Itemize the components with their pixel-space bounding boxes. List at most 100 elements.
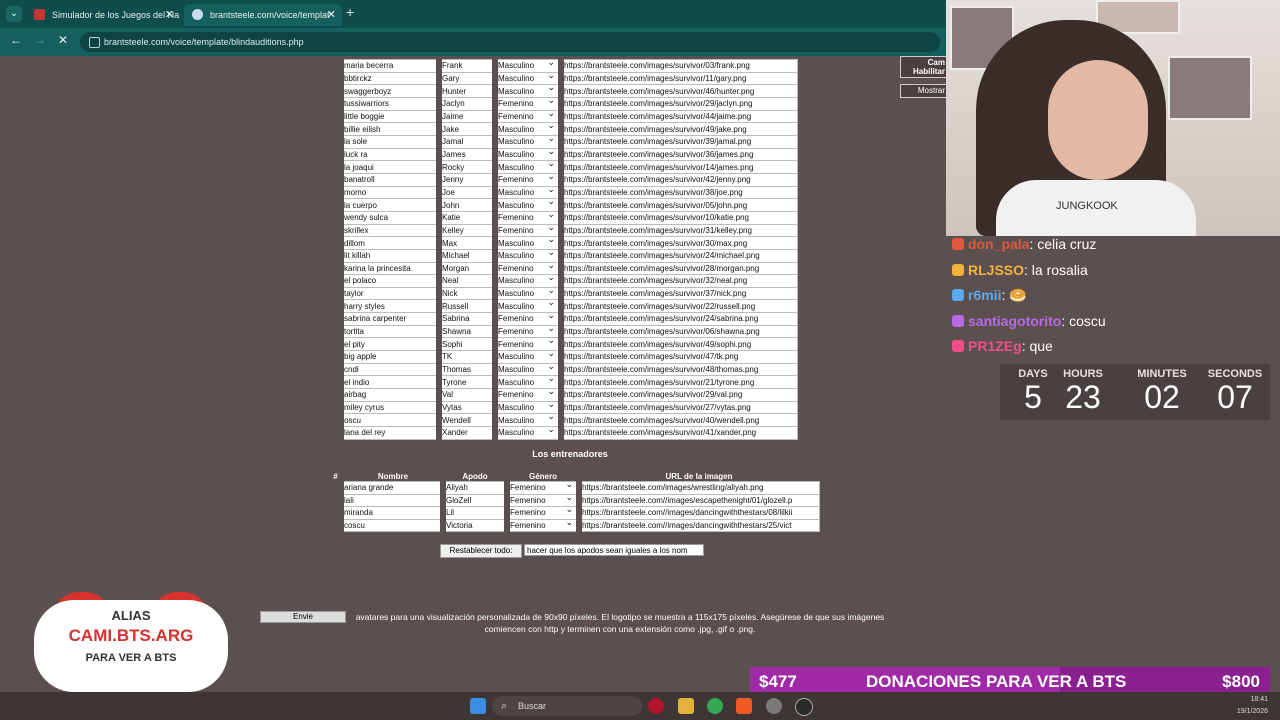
name-field[interactable]: miley cyrus bbox=[342, 400, 440, 415]
gender-select[interactable]: Masculino bbox=[492, 147, 562, 162]
name-field[interactable]: karina la princesita bbox=[342, 261, 440, 276]
show-button[interactable]: Mostrar bbox=[900, 84, 950, 98]
taskbar-search[interactable]: ⌕ Buscar bbox=[492, 696, 642, 716]
image-url-field[interactable]: https://brantsteele.com//images/dancingw… bbox=[576, 518, 820, 532]
name-field[interactable]: oscu bbox=[342, 413, 440, 428]
nickname-field[interactable]: Max bbox=[436, 236, 496, 250]
chrome-icon[interactable] bbox=[707, 698, 723, 714]
image-url-field[interactable]: https://brantsteele.com/images/survivor/… bbox=[558, 324, 798, 339]
nickname-field[interactable]: John bbox=[436, 198, 496, 212]
app-icon[interactable] bbox=[766, 698, 782, 714]
image-url-field[interactable]: https://brantsteele.com/images/survivor/… bbox=[558, 426, 798, 440]
name-field[interactable]: skrillex bbox=[342, 223, 440, 238]
gender-select[interactable]: Masculino bbox=[492, 59, 562, 73]
nickname-field[interactable]: Russell bbox=[436, 299, 496, 314]
image-url-field[interactable]: https://brantsteele.com/images/survivor/… bbox=[558, 413, 798, 428]
gender-select[interactable]: Femenino bbox=[492, 324, 562, 339]
tab-brantsteele[interactable]: brantsteele.com/voice/templat ✕ bbox=[184, 4, 342, 26]
image-url-field[interactable]: https://brantsteele.com/images/survivor/… bbox=[558, 274, 798, 288]
image-url-field[interactable]: https://brantsteele.com/images/survivor/… bbox=[558, 109, 798, 124]
gender-select[interactable]: Masculino bbox=[492, 198, 562, 212]
gender-select[interactable]: Femenino bbox=[504, 493, 580, 507]
chat-username[interactable]: r6mii bbox=[968, 287, 1001, 303]
nickname-field[interactable]: TK bbox=[436, 350, 496, 364]
gender-select[interactable]: Femenino bbox=[492, 210, 562, 225]
nickname-field[interactable]: Tyrone bbox=[436, 375, 496, 390]
image-url-field[interactable]: https://brantsteele.com/images/survivor/… bbox=[558, 388, 798, 402]
image-url-field[interactable]: https://brantsteele.com/images/survivor/… bbox=[558, 362, 798, 377]
gender-select[interactable]: Masculino bbox=[492, 375, 562, 390]
name-field[interactable]: big apple bbox=[342, 350, 440, 364]
nickname-field[interactable]: Xander bbox=[436, 426, 496, 440]
nickname-field[interactable]: Joe bbox=[436, 185, 496, 200]
gender-select[interactable]: Femenino bbox=[492, 109, 562, 124]
name-field[interactable]: la joaqui bbox=[342, 160, 440, 174]
image-url-field[interactable]: https://brantsteele.com/images/survivor/… bbox=[558, 223, 798, 238]
gender-select[interactable]: Femenino bbox=[492, 223, 562, 238]
image-url-field[interactable]: https://brantsteele.com/images/survivor/… bbox=[558, 299, 798, 314]
gender-select[interactable]: Masculino bbox=[492, 400, 562, 415]
nickname-field[interactable]: Victoria bbox=[440, 518, 508, 532]
enable-cam-button[interactable]: Cam Habilitar bbox=[900, 56, 950, 78]
image-url-field[interactable]: https://brantsteele.com/images/survivor/… bbox=[558, 160, 798, 174]
nickname-field[interactable]: Neal bbox=[436, 274, 496, 288]
nickname-field[interactable]: Katie bbox=[436, 210, 496, 225]
gender-select[interactable]: Masculino bbox=[492, 71, 562, 86]
gender-select[interactable]: Femenino bbox=[492, 337, 562, 352]
name-field[interactable]: little boggie bbox=[342, 109, 440, 124]
gender-select[interactable]: Masculino bbox=[492, 134, 562, 149]
name-field[interactable]: taylor bbox=[342, 286, 440, 301]
image-url-field[interactable]: https://brantsteele.com/images/survivor/… bbox=[558, 172, 798, 187]
url-field[interactable]: brantsteele.com/voice/template/blindaudi… bbox=[80, 32, 940, 52]
gender-select[interactable]: Masculino bbox=[492, 286, 562, 301]
new-tab-icon[interactable]: + bbox=[346, 4, 354, 20]
nickname-field[interactable]: Sabrina bbox=[436, 312, 496, 326]
nickname-field[interactable]: Wendell bbox=[436, 413, 496, 428]
chat-username[interactable]: santiagotorito bbox=[968, 313, 1061, 329]
site-info-icon[interactable] bbox=[89, 37, 100, 48]
nickname-field[interactable]: GloZell bbox=[440, 493, 508, 507]
back-arrow-icon[interactable]: ← bbox=[10, 33, 22, 47]
image-url-field[interactable]: https://brantsteele.com/images/survivor/… bbox=[558, 400, 798, 415]
windows-start-icon[interactable] bbox=[470, 698, 486, 714]
chat-username[interactable]: RLJSSO bbox=[968, 262, 1024, 278]
brave-icon[interactable] bbox=[736, 698, 752, 714]
name-field[interactable]: banatroll bbox=[342, 172, 440, 187]
submit-button[interactable]: Envie bbox=[260, 611, 346, 623]
name-field[interactable]: tortita bbox=[342, 324, 440, 339]
gender-select[interactable]: Masculino bbox=[492, 160, 562, 174]
chat-username[interactable]: PR1ZEg bbox=[968, 338, 1022, 354]
name-field[interactable]: maria becerra bbox=[342, 59, 440, 73]
forward-arrow-icon[interactable]: → bbox=[34, 33, 46, 47]
nickname-field[interactable]: James bbox=[436, 147, 496, 162]
tab-simulador[interactable]: Simulador de los Juegos del Ha ✕ bbox=[26, 4, 180, 26]
name-field[interactable]: sabrina carpenter bbox=[342, 312, 440, 326]
close-tab-icon[interactable]: ✕ bbox=[327, 4, 336, 26]
name-field[interactable]: el polaco bbox=[342, 274, 440, 288]
gender-select[interactable]: Masculino bbox=[492, 236, 562, 250]
name-field[interactable]: lana del rey bbox=[342, 426, 440, 440]
gender-select[interactable]: Femenino bbox=[492, 312, 562, 326]
nickname-field[interactable]: Lil bbox=[440, 506, 508, 520]
nickname-field[interactable]: Jaclyn bbox=[436, 96, 496, 111]
name-field[interactable]: billie eilish bbox=[342, 122, 440, 136]
name-field[interactable]: lali bbox=[342, 493, 444, 507]
image-url-field[interactable]: https://brantsteele.com/images/survivor/… bbox=[558, 147, 798, 162]
gender-select[interactable]: Femenino bbox=[492, 96, 562, 111]
name-field[interactable]: bbtirckz bbox=[342, 71, 440, 86]
nickname-field[interactable]: Morgan bbox=[436, 261, 496, 276]
nickname-field[interactable]: Jake bbox=[436, 122, 496, 136]
nickname-field[interactable]: Vytas bbox=[436, 400, 496, 415]
image-url-field[interactable]: https://brantsteele.com//images/dancingw… bbox=[576, 506, 820, 520]
gender-select[interactable]: Femenino bbox=[504, 481, 580, 495]
image-url-field[interactable]: https://brantsteele.com/images/survivor/… bbox=[558, 122, 798, 136]
image-url-field[interactable]: https://brantsteele.com/images/survivor/… bbox=[558, 210, 798, 225]
name-field[interactable]: ariana grande bbox=[342, 481, 444, 495]
image-url-field[interactable]: https://brantsteele.com/images/survivor/… bbox=[558, 71, 798, 86]
name-field[interactable]: swaggerboyz bbox=[342, 84, 440, 98]
name-field[interactable]: harry styles bbox=[342, 299, 440, 314]
name-field[interactable]: lit killah bbox=[342, 248, 440, 263]
name-field[interactable]: el indio bbox=[342, 375, 440, 390]
image-url-field[interactable]: https://brantsteele.com/images/survivor/… bbox=[558, 198, 798, 212]
obs-icon[interactable] bbox=[795, 698, 813, 716]
